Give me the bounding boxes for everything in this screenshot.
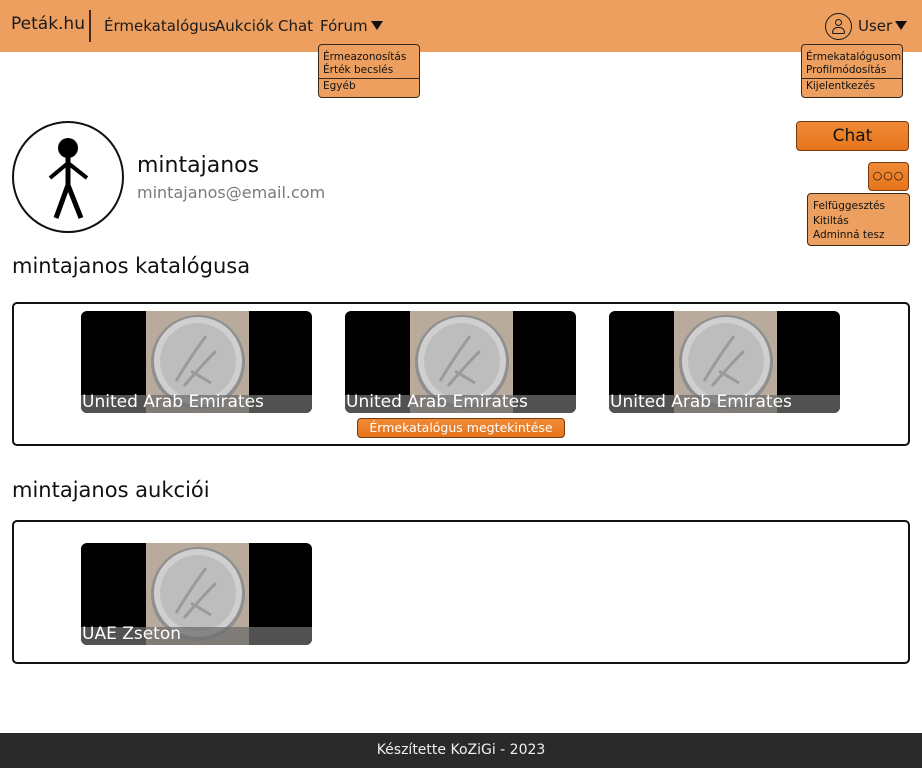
- menu-item-coin-identification[interactable]: Érmeazonosítás: [319, 51, 419, 64]
- admin-actions-menu: Felfüggesztés Kitiltás Adminná tesz: [807, 193, 910, 246]
- profile-name: mintajanos: [137, 153, 260, 178]
- navbar: Peták.hu Érmekatalógus Aukciók Chat Fóru…: [0, 0, 922, 52]
- user-menu-label: User: [858, 17, 893, 35]
- view-catalog-button[interactable]: Érmekatalógus megtekintése: [357, 418, 565, 438]
- auctions-section-title: mintajanos aukciói: [12, 478, 210, 502]
- stick-figure-icon: [48, 138, 89, 219]
- brand-logo-link[interactable]: Peták.hu: [11, 14, 85, 34]
- menu-item-edit-profile[interactable]: Profilmódosítás: [802, 64, 902, 77]
- nav-link-coin-catalog[interactable]: Érmekatalógus: [104, 17, 216, 35]
- menu-item-make-admin[interactable]: Adminná tesz: [808, 228, 909, 243]
- menu-divider: [319, 78, 419, 79]
- catalog-coin-card[interactable]: United Arab Emirates: [81, 311, 312, 413]
- card-title: UAE Zseton: [82, 624, 182, 644]
- nav-link-chat[interactable]: Chat: [278, 17, 313, 35]
- forum-dropdown-menu: Érmeazonosítás Érték becslés Egyéb: [318, 44, 420, 98]
- catalog-coin-card[interactable]: United Arab Emirates: [345, 311, 576, 413]
- user-avatar-icon[interactable]: [825, 13, 852, 40]
- nav-divider: [89, 10, 91, 42]
- menu-item-logout[interactable]: Kijelentkezés: [802, 80, 902, 93]
- menu-item-suspend[interactable]: Felfüggesztés: [808, 199, 909, 214]
- card-title: United Arab Emirates: [82, 392, 264, 412]
- catalog-coin-card[interactable]: United Arab Emirates: [609, 311, 840, 413]
- more-options-button[interactable]: ○○○: [868, 162, 909, 191]
- menu-item-my-catalog[interactable]: Érmekatalógusom: [802, 51, 902, 64]
- menu-item-ban[interactable]: Kitiltás: [808, 214, 909, 229]
- footer: Készítette KoZiGi - 2023: [0, 733, 922, 768]
- auction-coin-card[interactable]: UAE Zseton: [81, 543, 312, 645]
- card-title: United Arab Emirates: [610, 392, 792, 412]
- footer-credit: Készítette KoZiGi - 2023: [376, 742, 546, 758]
- user-dropdown-menu: Érmekatalógusom Profilmódosítás Kijelent…: [801, 44, 903, 98]
- nav-link-forum: Fórum: [320, 17, 368, 35]
- menu-item-other[interactable]: Egyéb: [319, 80, 419, 93]
- menu-divider: [802, 78, 902, 79]
- menu-item-value-estimate[interactable]: Érték becslés: [319, 64, 419, 77]
- card-title: United Arab Emirates: [346, 392, 528, 412]
- profile-email: mintajanos@email.com: [137, 183, 326, 202]
- nav-link-auctions[interactable]: Aukciók: [215, 17, 274, 35]
- caret-down-icon: [370, 21, 383, 30]
- caret-down-icon: [895, 21, 908, 30]
- catalog-section-title: mintajanos katalógusa: [12, 254, 251, 278]
- nav-forum-dropdown[interactable]: Fórum: [320, 17, 383, 35]
- profile-avatar: [12, 121, 124, 233]
- user-menu-toggle[interactable]: User: [858, 17, 908, 35]
- chat-button[interactable]: Chat: [796, 121, 909, 151]
